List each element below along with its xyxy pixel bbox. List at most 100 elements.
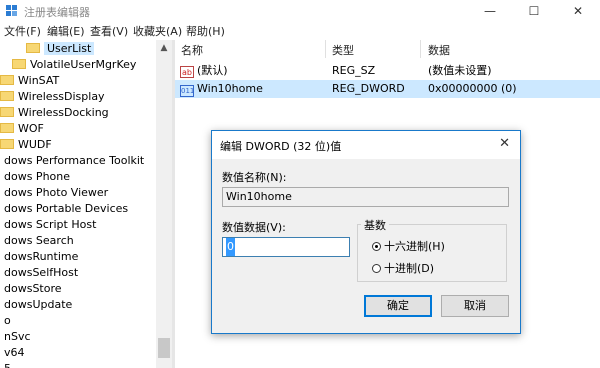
- value-type-cell: REG_SZ: [332, 64, 376, 77]
- value-data-cell: (数值未设置): [428, 64, 492, 77]
- radio-decimal[interactable]: 十进制(D): [372, 260, 434, 276]
- dialog-title: 编辑 DWORD (32 位)值: [220, 140, 342, 153]
- tree-item[interactable]: dowsSelfHost: [4, 265, 78, 281]
- dialog-close-icon[interactable]: ✕: [499, 136, 510, 151]
- folder-icon: [26, 43, 40, 53]
- folder-icon: [0, 107, 14, 117]
- tree-item[interactable]: WOF: [0, 121, 44, 137]
- tree-scrollbar[interactable]: ▲: [156, 40, 172, 368]
- dialog-title-bar: 编辑 DWORD (32 位)值 ✕: [212, 131, 520, 159]
- window-title: 注册表编辑器: [24, 6, 90, 19]
- column-header-data[interactable]: 数据: [428, 42, 450, 58]
- radio-hexadecimal[interactable]: 十六进制(H): [372, 238, 445, 254]
- column-header-name[interactable]: 名称: [181, 42, 203, 58]
- tree-item[interactable]: dowsUpdate: [4, 297, 72, 313]
- ok-button[interactable]: 确定: [364, 295, 432, 317]
- value-type-cell: REG_DWORD: [332, 82, 405, 95]
- tree-item[interactable]: nSvc: [4, 329, 31, 345]
- tree-item-label: WOF: [18, 122, 44, 135]
- tree-item[interactable]: v64: [4, 345, 25, 361]
- tree-item[interactable]: WirelessDocking: [0, 105, 109, 121]
- value-name-text: (默认): [197, 64, 228, 77]
- tree-item-label: UserList: [44, 42, 95, 55]
- tree-item-label: dows Phone: [4, 170, 71, 183]
- close-button[interactable]: ✕: [556, 0, 600, 22]
- tree-item[interactable]: WirelessDisplay: [0, 89, 105, 105]
- tree-item[interactable]: UserList: [26, 41, 95, 57]
- menu-favorites[interactable]: 收藏夹(A): [133, 23, 182, 39]
- tree-item-label: dowsUpdate: [4, 298, 73, 311]
- cancel-button[interactable]: 取消: [441, 295, 509, 317]
- folder-icon: [0, 139, 14, 149]
- value-data-input[interactable]: 0: [222, 237, 350, 257]
- folder-icon: [0, 75, 14, 85]
- menu-edit[interactable]: 编辑(E): [47, 23, 85, 39]
- tree-item[interactable]: dows Search: [4, 233, 74, 249]
- title-bar: 注册表编辑器 — ☐ ✕: [0, 0, 600, 22]
- menu-bar: 文件(F) 编辑(E) 查看(V) 收藏夹(A) 帮助(H): [0, 22, 600, 39]
- tree-item[interactable]: dows Script Host: [4, 217, 96, 233]
- tree-item[interactable]: 5: [4, 361, 11, 368]
- column-header-type[interactable]: 类型: [332, 42, 354, 58]
- tree-item-label: dows Portable Devices: [4, 202, 129, 215]
- tree-item-label: v64: [4, 346, 25, 359]
- radio-dot-icon: [372, 264, 381, 273]
- scroll-thumb[interactable]: [158, 338, 170, 358]
- scroll-up-icon[interactable]: ▲: [156, 40, 172, 56]
- tree-item-label: 5: [4, 362, 11, 368]
- tree-item-label: dowsSelfHost: [4, 266, 79, 279]
- folder-icon: [0, 123, 14, 133]
- value-row[interactable]: ab (默认) REG_SZ (数值未设置): [175, 62, 600, 80]
- value-data-label: 数值数据(V):: [222, 221, 286, 234]
- registry-tree[interactable]: UserList VolatileUserMgrKey WinSAT Wireless…: [0, 40, 172, 368]
- tree-item-label: dowsRuntime: [4, 250, 79, 263]
- regedit-app-icon: [6, 5, 17, 16]
- tree-item-label: dows Search: [4, 234, 74, 247]
- value-name-cell: ab (默认): [180, 62, 228, 80]
- tree-item-label: WirelessDocking: [18, 106, 109, 119]
- tree-item[interactable]: dowsRuntime: [4, 249, 78, 265]
- hex-label: 十六进制(H): [384, 240, 445, 253]
- column-divider[interactable]: [420, 40, 421, 58]
- tree-item[interactable]: VolatileUserMgrKey: [12, 57, 136, 73]
- column-divider[interactable]: [325, 40, 326, 58]
- menu-file[interactable]: 文件(F): [4, 23, 41, 39]
- maximize-button[interactable]: ☐: [512, 0, 556, 22]
- edit-dword-dialog: 编辑 DWORD (32 位)值 ✕ 数值名称(N): Win10home 数值…: [211, 130, 521, 334]
- base-group-title: 基数: [361, 217, 389, 233]
- tree-item-label: WirelessDisplay: [18, 90, 105, 103]
- value-name-field: Win10home: [222, 187, 509, 207]
- tree-item-label: o: [4, 314, 11, 327]
- string-value-icon: ab: [180, 66, 194, 78]
- menu-view[interactable]: 查看(V): [90, 23, 128, 39]
- value-data-cell: 0x00000000 (0): [428, 82, 517, 95]
- tree-item-label: WUDF: [18, 138, 52, 151]
- value-data-text: 0: [226, 238, 235, 256]
- tree-item-label: VolatileUserMgrKey: [30, 58, 137, 71]
- dec-label: 十进制(D): [384, 262, 435, 275]
- tree-item-label: dows Performance Toolkit: [4, 154, 145, 167]
- radio-dot-icon: [372, 242, 381, 251]
- folder-icon: [0, 91, 14, 101]
- tree-item-label: dowsStore: [4, 282, 62, 295]
- value-name-cell: 011 Win10home: [180, 80, 263, 98]
- tree-item[interactable]: dows Performance Toolkit: [4, 153, 144, 169]
- tree-item[interactable]: WUDF: [0, 137, 52, 153]
- tree-item[interactable]: o: [4, 313, 11, 329]
- tree-item[interactable]: WinSAT: [0, 73, 59, 89]
- tree-item-label: dows Photo Viewer: [4, 186, 109, 199]
- tree-item-label: nSvc: [4, 330, 31, 343]
- minimize-button[interactable]: —: [468, 0, 512, 22]
- value-name-text: Win10home: [197, 82, 263, 95]
- tree-item[interactable]: dows Photo Viewer: [4, 185, 108, 201]
- tree-item[interactable]: dowsStore: [4, 281, 62, 297]
- value-row[interactable]: 011 Win10home REG_DWORD 0x00000000 (0): [175, 80, 600, 98]
- menu-help[interactable]: 帮助(H): [186, 23, 225, 39]
- tree-item[interactable]: dows Phone: [4, 169, 70, 185]
- folder-icon: [12, 59, 26, 69]
- tree-item-label: WinSAT: [18, 74, 60, 87]
- tree-item-label: dows Script Host: [4, 218, 97, 231]
- value-name-label: 数值名称(N):: [222, 171, 287, 184]
- binary-value-icon: 011: [180, 85, 195, 97]
- tree-item[interactable]: dows Portable Devices: [4, 201, 128, 217]
